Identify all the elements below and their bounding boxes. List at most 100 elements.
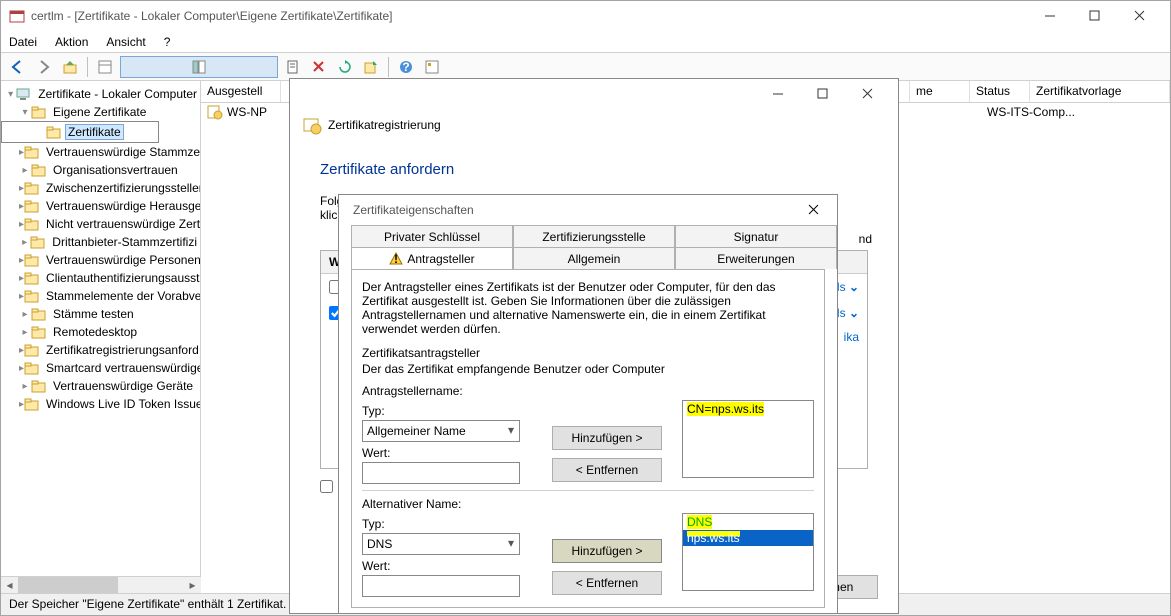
value2-label: Wert: [362, 559, 532, 573]
alt-name-label: Alternativer Name: [362, 497, 814, 511]
folder-icon [24, 343, 40, 357]
close-button[interactable] [1117, 2, 1162, 31]
tree-item[interactable]: ▸Vertrauenswürdige Stammzer [1, 143, 200, 161]
subject-listbox[interactable]: CN=nps.ws.its [682, 400, 814, 478]
tab-private-key[interactable]: Privater Schlüssel [351, 225, 513, 247]
col-status[interactable]: Status [970, 81, 1030, 102]
menu-action[interactable]: Aktion [55, 35, 88, 49]
maximize-button[interactable] [1072, 2, 1117, 31]
alt-listbox[interactable]: DNS nps.ws.its [682, 513, 814, 591]
folder-icon [24, 145, 40, 159]
menu-file[interactable]: Datei [9, 35, 37, 49]
alt-dns-label: DNS [687, 515, 712, 529]
folder-icon [24, 199, 40, 213]
certificate-icon [207, 104, 223, 120]
value1-label: Wert: [362, 446, 532, 460]
tree-item[interactable]: ▸Vertrauenswürdige Personen [1, 251, 200, 269]
tab-ca[interactable]: Zertifizierungsstelle [513, 225, 675, 247]
type2-label: Typ: [362, 517, 532, 531]
tree-view-button[interactable] [120, 56, 278, 78]
wizard-header: Zertifikatregistrierung [290, 109, 898, 141]
folder-icon [31, 325, 47, 339]
subject-cn-item[interactable]: CN=nps.ws.its [687, 402, 764, 416]
folder-icon [24, 289, 40, 303]
folder-icon [30, 235, 46, 249]
tab-signature[interactable]: Signatur [675, 225, 837, 247]
alt-add-button[interactable]: Hinzufügen > [552, 539, 662, 563]
computer-icon [16, 87, 32, 101]
tree-item[interactable]: Zertifikate [1, 121, 159, 143]
tab-extensions[interactable]: Erweiterungen [675, 247, 837, 269]
export-button[interactable] [360, 56, 382, 78]
window-title: certlm - [Zertifikate - Lokaler Computer… [31, 9, 1027, 23]
folder-icon [24, 181, 40, 195]
toolbar: ? [1, 53, 1170, 81]
folder-icon [24, 271, 40, 285]
up-button[interactable] [59, 56, 81, 78]
back-button[interactable] [7, 56, 29, 78]
options-button[interactable] [421, 56, 443, 78]
forward-button[interactable] [33, 56, 55, 78]
alt-dns-item[interactable]: nps.ws.its [683, 530, 813, 546]
tree-item[interactable]: ▸Stämme testen [1, 305, 200, 323]
alt-remove-button[interactable]: < Entfernen [552, 571, 662, 595]
menu-view[interactable]: Ansicht [106, 35, 145, 49]
tab-general[interactable]: Allgemein [513, 247, 675, 269]
wizard-title: Zertifikate anfordern [320, 161, 868, 178]
subject-remove-button[interactable]: < Entfernen [552, 458, 662, 482]
enrollment-icon [302, 115, 322, 135]
tree-item[interactable]: ▸Nicht vertrauenswürdige Zert [1, 215, 200, 233]
help-button[interactable]: ? [395, 56, 417, 78]
main-titlebar: certlm - [Zertifikate - Lokaler Computer… [1, 1, 1170, 31]
app-icon [9, 8, 25, 24]
tree-item[interactable]: ▸Zwischenzertifizierungssteller [1, 179, 200, 197]
subject-panel: Der Antragsteller eines Zertifikats ist … [351, 269, 825, 608]
wizard-maximize[interactable] [800, 80, 845, 109]
col-name[interactable]: me [910, 81, 970, 102]
svg-text:!: ! [394, 252, 398, 266]
type1-label: Typ: [362, 404, 532, 418]
tree-item[interactable]: ▸Remotedesktop [1, 323, 200, 341]
folder-icon [24, 361, 40, 375]
copy-button[interactable] [282, 56, 304, 78]
tree-item[interactable]: ▸Zertifikatregistrierungsanford [1, 341, 200, 359]
folder-icon [24, 217, 40, 231]
svg-text:?: ? [402, 60, 409, 74]
menu-help[interactable]: ? [164, 35, 171, 49]
subject-heading: Zertifikatsantragsteller [362, 346, 814, 360]
col-template[interactable]: Zertifikatvorlage [1030, 81, 1170, 102]
subject-value-input[interactable] [362, 462, 520, 484]
tree-hscroll[interactable]: ◂▸ [1, 576, 201, 593]
tree-item[interactable]: ▸Vertrauenswürdige Geräte [1, 377, 200, 395]
tree-item[interactable]: ▸Drittanbieter-Stammzertifizi [1, 233, 200, 251]
col-issued-to[interactable]: Ausgestell [201, 81, 281, 102]
tree-item[interactable]: ▸Stammelemente der Vorabve [1, 287, 200, 305]
cert-template: WS-ITS-Comp... [987, 105, 1075, 119]
tree-item[interactable]: ▸Clientauthentifizierungsausst [1, 269, 200, 287]
wizard-minimize[interactable] [755, 80, 800, 109]
refresh-button[interactable] [334, 56, 356, 78]
tree-item[interactable]: ▸Smartcard vertrauenswürdige [1, 359, 200, 377]
alt-type-select[interactable] [362, 533, 520, 555]
tab-subject[interactable]: ! Antragsteller [351, 247, 513, 269]
folder-icon [46, 125, 62, 139]
tree-item[interactable]: ▾Eigene Zertifikate [1, 103, 200, 121]
wizard-close[interactable] [845, 80, 890, 109]
subject-add-button[interactable]: Hinzufügen > [552, 426, 662, 450]
folder-icon [31, 163, 47, 177]
tree-item[interactable]: ▸Vertrauenswürdige Herausgel [1, 197, 200, 215]
show-all-check[interactable] [320, 480, 333, 493]
props-close[interactable] [799, 196, 829, 225]
delete-button[interactable] [308, 56, 330, 78]
tree-item[interactable]: ▸Organisationsvertrauen [1, 161, 200, 179]
subject-name-label: Antragstellername: [362, 384, 814, 398]
tree-item[interactable]: ▸Windows Live ID Token Issuer [1, 395, 200, 413]
subject-type-select[interactable] [362, 420, 520, 442]
console-button[interactable] [94, 56, 116, 78]
alt-value-input[interactable] [362, 575, 520, 597]
menubar: Datei Aktion Ansicht ? [1, 31, 1170, 53]
minimize-button[interactable] [1027, 2, 1072, 31]
tree-root[interactable]: ▾ Zertifikate - Lokaler Computer [1, 85, 200, 103]
collapse-link[interactable]: ika [844, 330, 859, 344]
props-title: Zertifikateigenschaften [347, 203, 799, 217]
